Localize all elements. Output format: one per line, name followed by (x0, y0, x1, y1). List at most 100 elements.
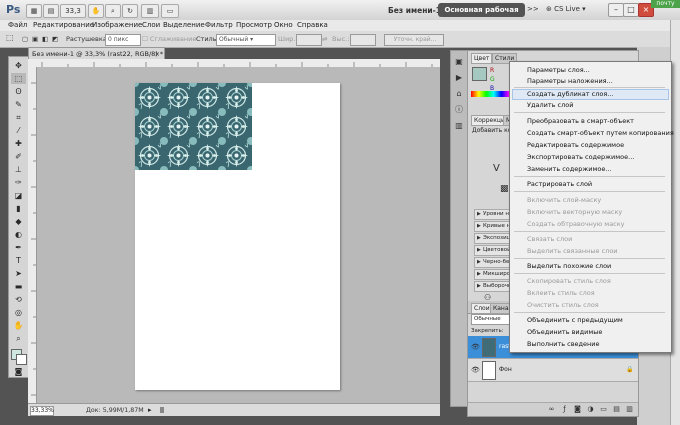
selection-subtract-icon[interactable]: ◧ (42, 35, 48, 43)
refine-edge-button[interactable]: Уточн. край... (384, 34, 444, 46)
menu-delete-layer[interactable]: Удалить слой (527, 101, 573, 109)
antialias-checkbox[interactable]: ☐ Сглаживание (142, 35, 196, 43)
vertical-ruler[interactable] (28, 67, 37, 403)
zoom-icon[interactable]: ⌕ (105, 4, 121, 18)
menu-edit[interactable]: Редактирование (33, 21, 94, 29)
status-menu-icon[interactable]: ▸ (148, 406, 152, 414)
menu-help[interactable]: Справка (297, 21, 328, 29)
history-panel-icon[interactable]: ▣ (454, 57, 464, 67)
quick-mask-icon[interactable]: ◙ (11, 366, 26, 377)
hand-icon[interactable]: ✋ (88, 4, 104, 18)
menu-edit-contents[interactable]: Редактировать содержимое (527, 141, 624, 149)
maximize-button[interactable]: □ (623, 3, 639, 17)
shape-tool-icon[interactable]: ▬ (11, 281, 26, 292)
cs-live-button[interactable]: ⊛ CS Live ▾ (546, 5, 586, 13)
feather-input[interactable]: 0 пикс (105, 34, 141, 46)
menu-replace-contents[interactable]: Заменить содержимое... (527, 165, 612, 173)
eye-icon[interactable]: 👁 (471, 366, 480, 374)
tab-color[interactable]: Цвет (471, 53, 493, 64)
menu-file[interactable]: Файл (8, 21, 27, 29)
brush-tool-icon[interactable]: ✐ (11, 151, 26, 162)
layer-style-icon[interactable]: ƒ (560, 405, 569, 414)
hand-tool-icon[interactable]: ✋ (11, 320, 26, 331)
clone-stamp-tool-icon[interactable]: ⊥ (11, 164, 26, 175)
menu-rasterize-layer[interactable]: Растрировать слой (527, 180, 592, 188)
actions-panel-icon[interactable]: ▶ (454, 73, 464, 83)
zoom-tool-icon[interactable]: ⌕ (11, 333, 26, 344)
histogram-panel-icon[interactable]: ▥ (454, 121, 464, 131)
workspace-button[interactable]: Основная рабочая среда (438, 3, 525, 28)
selection-add-icon[interactable]: ▣ (32, 35, 38, 43)
move-tool-icon[interactable]: ✥ (11, 60, 26, 71)
menu-select-similar-layers[interactable]: Выделить похожие слои (527, 262, 611, 270)
menu-duplicate-layer[interactable]: Создать дубликат слоя... (527, 90, 613, 98)
color-ramp[interactable] (471, 91, 509, 97)
color-swatches[interactable] (11, 349, 27, 365)
menu-merge-down[interactable]: Объединить с предыдущим (527, 316, 623, 324)
marquee-tool-icon[interactable]: ⬚ (6, 33, 14, 42)
new-adjustment-icon[interactable]: ◑ (586, 405, 595, 414)
blend-mode-select[interactable]: Обычные (471, 314, 513, 325)
menu-layers[interactable]: Слои (142, 21, 160, 29)
menu-window[interactable]: Окно (274, 21, 293, 29)
zoom-select[interactable]: 33,3 (60, 4, 86, 18)
pen-tool-icon[interactable]: ✒ (11, 242, 26, 253)
menu-image[interactable]: Изображение (92, 21, 142, 29)
menu-convert-smart-object[interactable]: Преобразовать в смарт-объект (527, 117, 634, 125)
eraser-tool-icon[interactable]: ◪ (11, 190, 26, 201)
width-input[interactable] (296, 34, 322, 46)
background-color-swatch[interactable] (16, 354, 27, 365)
crop-tool-icon[interactable]: ⌗ (11, 112, 26, 123)
pattern-image-layer[interactable] (135, 83, 252, 170)
height-input[interactable] (350, 34, 376, 46)
gradient-tool-icon[interactable]: ▮ (11, 203, 26, 214)
menu-new-smart-object-copy[interactable]: Создать смарт-объект путем копирования (527, 129, 674, 137)
arrange-docs-icon[interactable]: ▥ (141, 4, 159, 18)
new-layer-icon[interactable]: ▤ (612, 405, 621, 414)
scroll-left-icon[interactable] (160, 407, 164, 413)
eyedropper-tool-icon[interactable]: ⁄ (11, 125, 26, 136)
lasso-tool-icon[interactable]: ʘ (11, 86, 26, 97)
minibridge-icon[interactable]: ▤ (43, 4, 59, 18)
3d-orbit-tool-icon[interactable]: ◎ (11, 307, 26, 318)
zoom-level-field[interactable]: 33,33% (30, 406, 54, 416)
navigator-panel-icon[interactable]: ⌂ (454, 89, 464, 99)
healing-brush-tool-icon[interactable]: ✚ (11, 138, 26, 149)
info-panel-icon[interactable]: ⓘ (454, 105, 464, 115)
selection-new-icon[interactable]: ▢ (22, 35, 28, 43)
blur-tool-icon[interactable]: ◆ (11, 216, 26, 227)
menu-export-contents[interactable]: Экспортировать содержимое... (527, 153, 634, 161)
menu-select[interactable]: Выделение (163, 21, 205, 29)
menu-merge-visible[interactable]: Объединить видимые (527, 328, 602, 336)
workspace-more-icon[interactable]: >> (527, 5, 539, 13)
history-brush-tool-icon[interactable]: ✑ (11, 177, 26, 188)
menu-layer-properties[interactable]: Параметры слоя... (527, 66, 590, 74)
swap-icon[interactable]: ⇄ (322, 35, 327, 43)
style-select[interactable]: Обычный ▾ (216, 34, 276, 46)
screen-mode-icon[interactable]: ▭ (161, 4, 179, 18)
layer-row-background[interactable]: 👁 Фон 🔒 (468, 359, 638, 382)
menu-blending-options[interactable]: Параметры наложения... (527, 77, 613, 85)
marquee-tool-icon[interactable]: ⬚ (11, 73, 26, 84)
add-mask-icon[interactable]: ◙ (573, 405, 582, 414)
eye-icon[interactable]: 👁 (471, 343, 480, 351)
menu-filter[interactable]: Фильтр (205, 21, 233, 29)
bridge-icon[interactable]: ▦ (26, 4, 42, 18)
menu-flatten-image[interactable]: Выполнить сведение (527, 340, 600, 348)
link-layers-icon[interactable]: ∞ (547, 405, 556, 414)
bw-icon[interactable]: ▩ (500, 184, 509, 194)
minimize-button[interactable]: – (608, 3, 624, 17)
trash-icon[interactable]: ▥ (625, 405, 634, 414)
path-selection-tool-icon[interactable]: ➤ (11, 268, 26, 279)
foreground-color-chip[interactable] (472, 67, 487, 81)
dodge-tool-icon[interactable]: ◐ (11, 229, 26, 240)
3d-rotate-tool-icon[interactable]: ⟲ (11, 294, 26, 305)
rotate-view-icon[interactable]: ↻ (122, 4, 138, 18)
mail-tab[interactable]: почту (651, 0, 680, 8)
vibrance-icon[interactable]: V (493, 163, 500, 174)
type-tool-icon[interactable]: T (11, 255, 26, 266)
menu-view[interactable]: Просмотр (236, 21, 272, 29)
selection-intersect-icon[interactable]: ◩ (52, 35, 58, 43)
quick-select-tool-icon[interactable]: ✎ (11, 99, 26, 110)
new-group-icon[interactable]: ▭ (599, 405, 608, 414)
